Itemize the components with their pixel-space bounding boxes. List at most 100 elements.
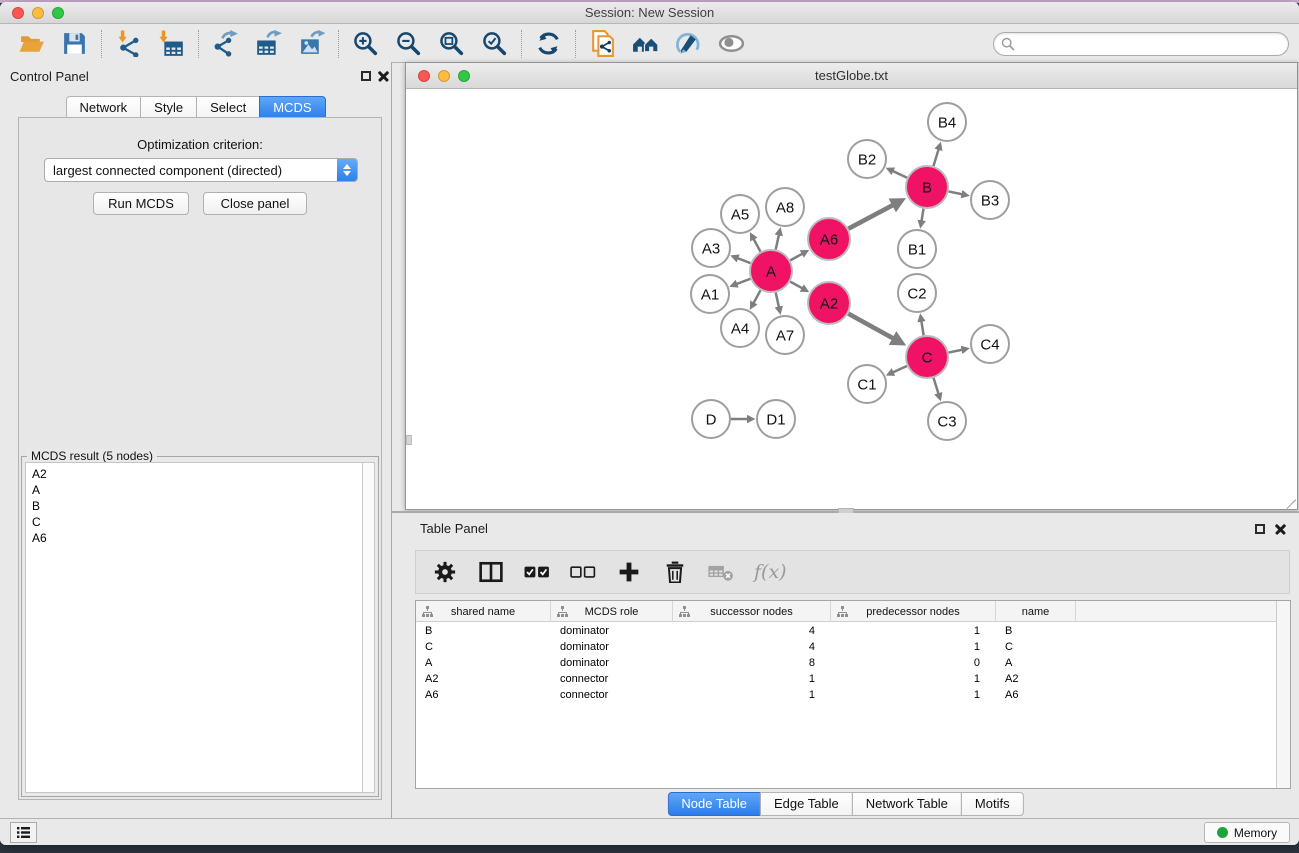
node-D1[interactable]: D1: [757, 400, 795, 438]
table-scrollbar[interactable]: [1276, 601, 1290, 788]
node-A2[interactable]: A2: [808, 282, 850, 324]
cell-shared-name[interactable]: A: [416, 655, 551, 671]
cell-shared-name[interactable]: C: [416, 639, 551, 655]
network-canvas[interactable]: B4B2BB3A8A5A6A3B1AA1C2A2A4A7C4CC1C3DD1: [406, 90, 1297, 509]
edge-C-C4[interactable]: [949, 349, 967, 353]
task-history-button[interactable]: [10, 822, 37, 843]
column-header-successor-nodes[interactable]: successor nodes: [673, 601, 831, 622]
node-A[interactable]: A: [750, 250, 792, 292]
edge-C-C1[interactable]: [889, 366, 907, 374]
edge-A-A3[interactable]: [733, 257, 750, 264]
table-row-A6[interactable]: A6connector11A6: [416, 687, 1291, 703]
table-row-A[interactable]: Adominator80A: [416, 655, 1291, 671]
cell-name[interactable]: A6: [996, 687, 1076, 703]
table-settings-button[interactable]: [432, 557, 458, 587]
optimization-criterion-select[interactable]: largest connected component (directed): [44, 158, 358, 182]
cell-shared-name[interactable]: A2: [416, 671, 551, 687]
column-header-shared-name[interactable]: shared name: [416, 601, 551, 622]
cell-successor-nodes[interactable]: 8: [673, 655, 831, 671]
delete-column-button[interactable]: [662, 557, 688, 587]
cell-MCDS-role[interactable]: connector: [551, 671, 673, 687]
tab-motifs[interactable]: Motifs: [961, 792, 1024, 816]
memory-button[interactable]: Memory: [1204, 822, 1290, 843]
zoom-in-button[interactable]: [344, 27, 387, 61]
edge-A-A8[interactable]: [776, 230, 780, 249]
table-panel-float-button[interactable]: [1255, 524, 1265, 534]
edge-C-C2[interactable]: [921, 317, 924, 336]
cell-predecessor-nodes[interactable]: 0: [831, 655, 996, 671]
open-session-button[interactable]: [10, 27, 53, 61]
edge-B-B1[interactable]: [921, 209, 924, 226]
cell-MCDS-role[interactable]: dominator: [551, 639, 673, 655]
edge-A6-B[interactable]: [848, 201, 900, 229]
cell-successor-nodes[interactable]: 1: [673, 671, 831, 687]
node-A5[interactable]: A5: [721, 195, 759, 233]
network-resize-grip[interactable]: [1282, 494, 1296, 508]
delete-table-button[interactable]: [708, 557, 734, 587]
edge-A-A5[interactable]: [751, 235, 760, 252]
node-A3[interactable]: A3: [692, 229, 730, 267]
function-builder-button[interactable]: f(x): [754, 561, 787, 583]
node-B[interactable]: B: [906, 166, 948, 208]
export-image-button[interactable]: [290, 27, 333, 61]
table-row-A2[interactable]: A2connector11A2: [416, 671, 1291, 687]
add-column-button[interactable]: [616, 557, 642, 587]
control-panel-close-button[interactable]: [378, 70, 389, 81]
search-input[interactable]: [1015, 35, 1288, 53]
column-header-predecessor-nodes[interactable]: predecessor nodes: [831, 601, 996, 622]
canvas-edge-grip[interactable]: [406, 435, 412, 445]
edge-A-A7[interactable]: [776, 292, 780, 311]
node-A7[interactable]: A7: [766, 316, 804, 354]
node-A1[interactable]: A1: [691, 275, 729, 313]
tab-edge-table[interactable]: Edge Table: [760, 792, 853, 816]
tab-network-table[interactable]: Network Table: [852, 792, 962, 816]
toggle-panes-button[interactable]: [478, 557, 504, 587]
cell-shared-name[interactable]: B: [416, 623, 551, 639]
node-D[interactable]: D: [692, 400, 730, 438]
cell-name[interactable]: A: [996, 655, 1076, 671]
node-B1[interactable]: B1: [898, 230, 936, 268]
cell-MCDS-role[interactable]: connector: [551, 687, 673, 703]
node-B3[interactable]: B3: [971, 181, 1009, 219]
cell-predecessor-nodes[interactable]: 1: [831, 687, 996, 703]
table-row-C[interactable]: Cdominator41C: [416, 639, 1291, 655]
node-C4[interactable]: C4: [971, 325, 1009, 363]
zoom-fit-button[interactable]: [430, 27, 473, 61]
table-panel-close-button[interactable]: [1275, 523, 1286, 534]
node-A8[interactable]: A8: [766, 188, 804, 226]
edge-B-B4[interactable]: [933, 145, 939, 166]
import-table-button[interactable]: [150, 27, 193, 61]
table-row-B[interactable]: Bdominator41B: [416, 623, 1291, 639]
column-header-MCDS-role[interactable]: MCDS role: [551, 601, 673, 622]
cell-shared-name[interactable]: A6: [416, 687, 551, 703]
edge-A-A4[interactable]: [751, 290, 760, 307]
column-header-name[interactable]: name: [996, 601, 1076, 622]
node-C3[interactable]: C3: [928, 402, 966, 440]
style-brush-button[interactable]: [667, 27, 710, 61]
node-B2[interactable]: B2: [848, 140, 886, 178]
cell-name[interactable]: C: [996, 639, 1076, 655]
deselect-all-button[interactable]: [570, 557, 596, 587]
network-graph[interactable]: B4B2BB3A8A5A6A3B1AA1C2A2A4A7C4CC1C3DD1: [406, 90, 1297, 510]
cell-name[interactable]: A2: [996, 671, 1076, 687]
search-field[interactable]: [993, 32, 1289, 56]
edge-B-B3[interactable]: [949, 191, 967, 195]
cell-successor-nodes[interactable]: 4: [673, 623, 831, 639]
edge-B-B2[interactable]: [889, 169, 907, 178]
select-all-button[interactable]: [524, 557, 550, 587]
cell-name[interactable]: B: [996, 623, 1076, 639]
node-A6[interactable]: A6: [808, 218, 850, 260]
run-mcds-button[interactable]: Run MCDS: [93, 192, 189, 215]
zoom-selected-button[interactable]: [473, 27, 516, 61]
edge-A-A2[interactable]: [790, 282, 806, 291]
export-table-button[interactable]: [247, 27, 290, 61]
edge-A2-C[interactable]: [848, 314, 900, 343]
cell-predecessor-nodes[interactable]: 1: [831, 623, 996, 639]
zoom-out-button[interactable]: [387, 27, 430, 61]
save-session-button[interactable]: [53, 27, 96, 61]
edge-A-A1[interactable]: [732, 279, 750, 286]
mcds-result-scrollbar[interactable]: [362, 462, 375, 793]
show-networks-button[interactable]: [624, 27, 667, 61]
cell-successor-nodes[interactable]: 4: [673, 639, 831, 655]
cell-predecessor-nodes[interactable]: 1: [831, 671, 996, 687]
